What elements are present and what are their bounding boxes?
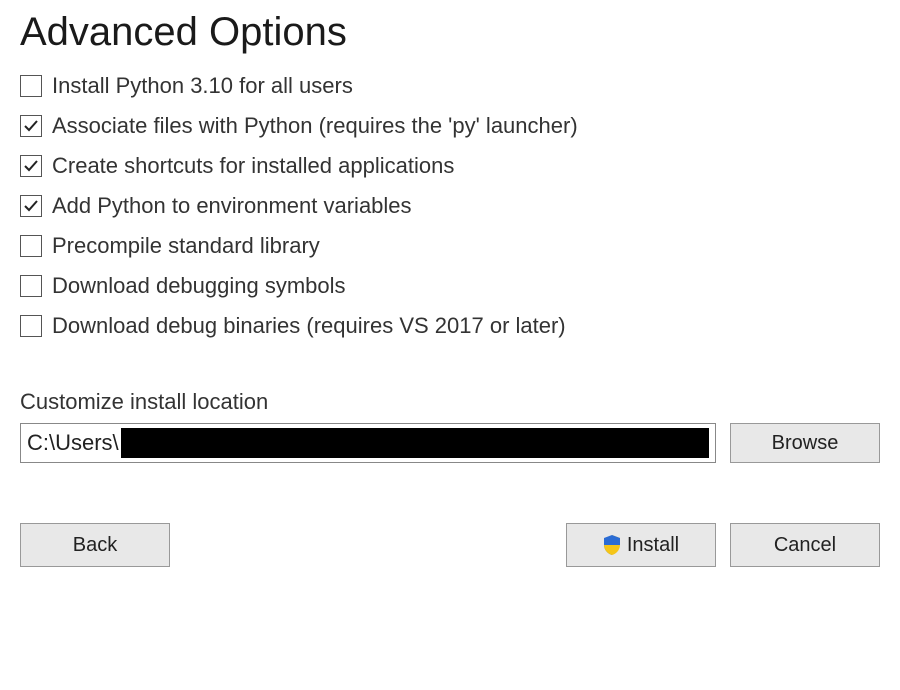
checkbox-icon[interactable]	[20, 75, 42, 97]
back-button[interactable]: Back	[20, 523, 170, 567]
checkbox-icon[interactable]	[20, 115, 42, 137]
checkbox-icon[interactable]	[20, 235, 42, 257]
install-button-label: Install	[627, 534, 679, 557]
install-location-label: Customize install location	[20, 389, 880, 415]
option-create-shortcuts[interactable]: Create shortcuts for installed applicati…	[20, 153, 880, 179]
page-title: Advanced Options	[20, 10, 880, 55]
checkbox-icon[interactable]	[20, 195, 42, 217]
option-label: Download debugging symbols	[52, 273, 346, 299]
shield-icon	[603, 535, 621, 555]
option-label: Associate files with Python (requires th…	[52, 113, 578, 139]
cancel-button[interactable]: Cancel	[730, 523, 880, 567]
footer-buttons: Back Install Cancel	[20, 523, 880, 567]
option-label: Add Python to environment variables	[52, 193, 412, 219]
option-install-all-users[interactable]: Install Python 3.10 for all users	[20, 73, 880, 99]
option-add-env-vars[interactable]: Add Python to environment variables	[20, 193, 880, 219]
option-label: Precompile standard library	[52, 233, 320, 259]
option-label: Create shortcuts for installed applicati…	[52, 153, 454, 179]
checkbox-icon[interactable]	[20, 315, 42, 337]
options-list: Install Python 3.10 for all users Associ…	[20, 73, 880, 339]
option-associate-files[interactable]: Associate files with Python (requires th…	[20, 113, 880, 139]
install-path-redacted	[121, 428, 709, 458]
option-download-debug-binaries[interactable]: Download debug binaries (requires VS 201…	[20, 313, 880, 339]
install-path-prefix: C:\Users\	[27, 430, 119, 456]
install-location-row: C:\Users\ Browse	[20, 423, 880, 463]
browse-button[interactable]: Browse	[730, 423, 880, 463]
option-label: Install Python 3.10 for all users	[52, 73, 353, 99]
checkbox-icon[interactable]	[20, 155, 42, 177]
install-path-input[interactable]: C:\Users\	[20, 423, 716, 463]
option-label: Download debug binaries (requires VS 201…	[52, 313, 566, 339]
option-download-debug-symbols[interactable]: Download debugging symbols	[20, 273, 880, 299]
option-precompile-stdlib[interactable]: Precompile standard library	[20, 233, 880, 259]
install-button[interactable]: Install	[566, 523, 716, 567]
checkbox-icon[interactable]	[20, 275, 42, 297]
